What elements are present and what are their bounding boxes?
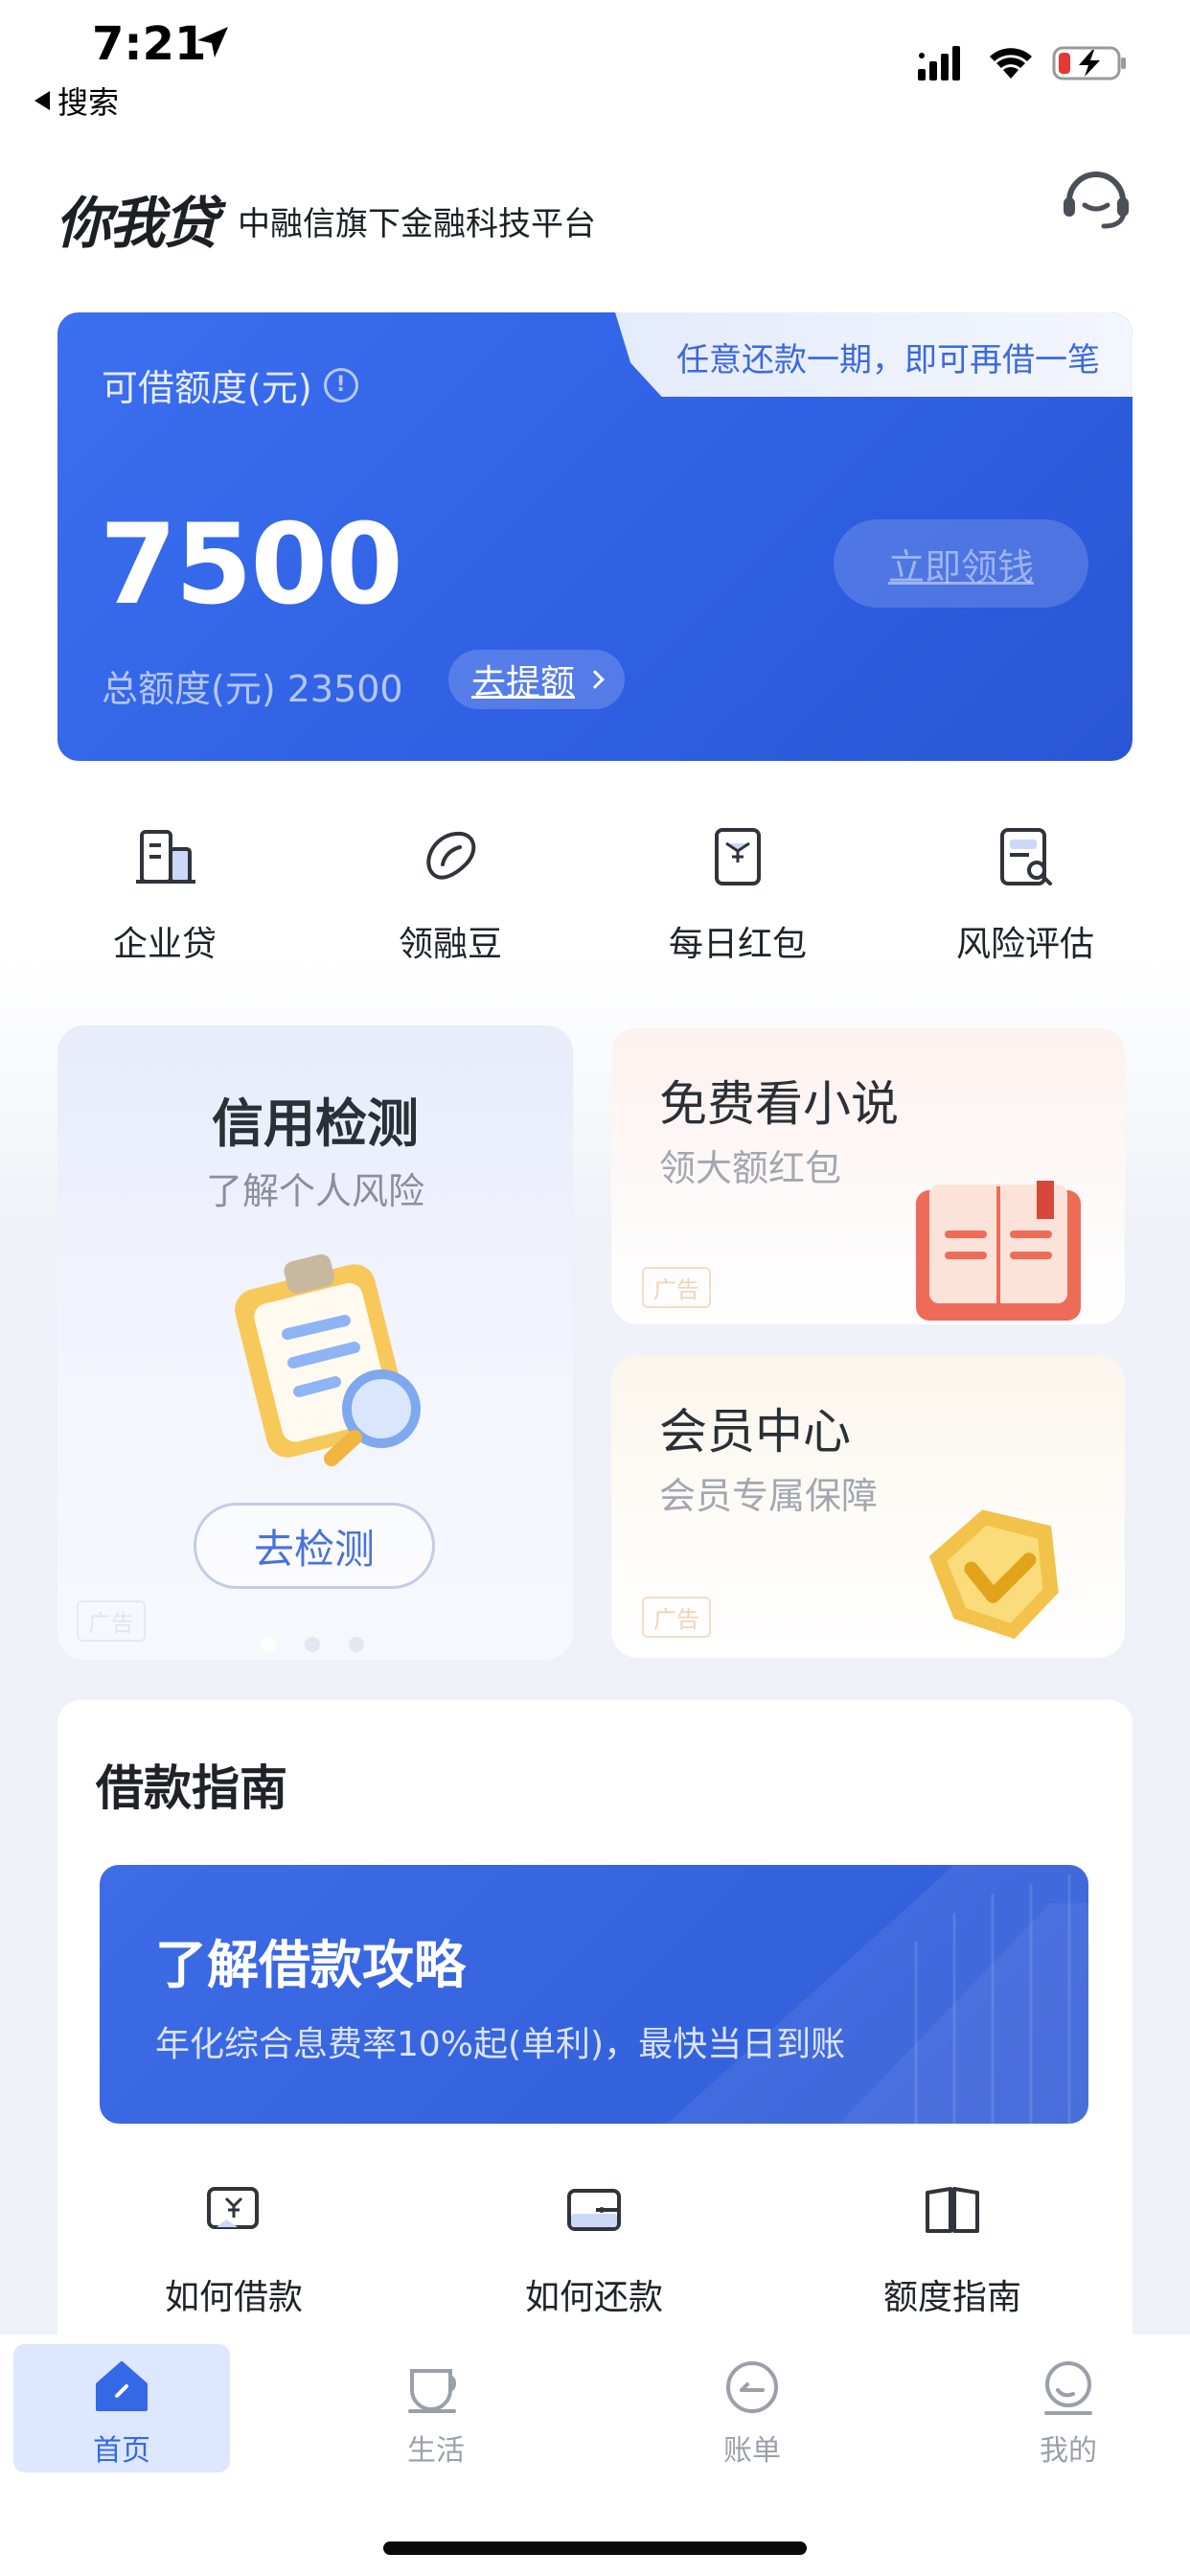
available-limit-label: 可借额度(元) ! <box>102 358 358 411</box>
shield-badge-icon <box>928 1509 1059 1640</box>
guide-how-to-borrow[interactable]: 如何借款 <box>90 2179 378 2319</box>
go-check-button[interactable]: 去检测 <box>194 1503 435 1589</box>
headset-icon[interactable] <box>1060 163 1133 230</box>
free-novel-subtitle: 领大额红包 <box>659 1147 842 1189</box>
vip-center-card[interactable]: 会员中心 会员专属保障 广告 <box>611 1355 1125 1658</box>
quick-action-business-loan[interactable]: 企业贷 <box>21 822 309 966</box>
total-limit-label: 总额度(元) 23500 <box>102 668 403 710</box>
bottom-tab-bar: 首页 生活 账单 我的 <box>0 2334 1190 2576</box>
ad-tag: 广告 <box>642 1597 711 1638</box>
red-envelope-icon <box>715 828 761 886</box>
available-limit-amount: 7500 <box>100 500 403 630</box>
vip-center-title: 会员中心 <box>659 1404 851 1460</box>
loan-guide-section: 借款指南 了解借款攻略 年化综合息费率10%起(单利)，最快当日到账 如何借款 … <box>57 1700 1133 2371</box>
raise-limit-button[interactable]: 去提额 <box>448 650 626 709</box>
tab-life[interactable]: 生活 <box>328 2344 544 2472</box>
ad-tag: 广告 <box>77 1600 146 1642</box>
wifi-icon <box>990 48 1032 79</box>
carousel-dot <box>349 1637 364 1652</box>
document-search-icon <box>1000 828 1052 886</box>
tab-label: 首页 <box>93 2434 150 2468</box>
home-indicator[interactable] <box>383 2542 807 2555</box>
quick-action-label: 风险评估 <box>955 925 1094 964</box>
tab-mine[interactable]: 我的 <box>960 2344 1177 2472</box>
back-triangle-icon <box>34 91 50 110</box>
building-lines-decoration <box>667 1865 1088 2124</box>
quick-action-risk-assessment[interactable]: 风险评估 <box>881 822 1169 966</box>
ad-tag: 广告 <box>642 1267 711 1308</box>
location-arrow-icon <box>197 27 228 58</box>
signal-icon <box>918 46 960 80</box>
brand-logo: 你我贷 <box>56 191 218 256</box>
profile-icon <box>1044 2361 1092 2415</box>
back-to-search-link[interactable]: 搜索 <box>34 79 119 123</box>
vip-center-subtitle: 会员专属保障 <box>659 1475 879 1517</box>
bill-icon <box>726 2361 778 2413</box>
chevron-right-icon <box>585 670 605 689</box>
quick-action-label: 领融豆 <box>398 925 502 964</box>
guide-item-label: 如何还款 <box>524 2278 663 2317</box>
credit-check-card[interactable]: 信用检测 了解个人风险 去检测 广告 <box>57 1025 573 1660</box>
promo-text[interactable]: 任意还款一期，即可再借一笔 <box>676 334 1100 380</box>
tab-label: 账单 <box>723 2434 781 2468</box>
carousel-dots <box>261 1637 364 1652</box>
guide-limit-guide[interactable]: 额度指南 <box>809 2179 1096 2319</box>
loan-guide-title: 借款指南 <box>96 1760 287 1816</box>
book-info-icon <box>926 2187 979 2233</box>
battery-charging-icon <box>1052 46 1126 80</box>
quick-action-label: 每日红包 <box>668 925 807 964</box>
home-icon <box>96 2361 148 2411</box>
free-novel-title: 免费看小说 <box>659 1076 899 1132</box>
tab-label: 我的 <box>1040 2434 1097 2468</box>
credit-check-subtitle: 了解个人风险 <box>205 1170 424 1212</box>
loan-strategy-subtitle: 年化综合息费率10%起(单利)，最快当日到账 <box>155 2025 846 2064</box>
loan-strategy-banner[interactable]: 了解借款攻略 年化综合息费率10%起(单利)，最快当日到账 <box>100 1865 1088 2124</box>
building-icon <box>136 830 195 884</box>
money-card-icon <box>207 2187 259 2229</box>
cup-icon <box>408 2369 457 2413</box>
brand-tagline: 中融信旗下金融科技平台 <box>238 205 596 243</box>
free-novel-card[interactable]: 免费看小说 领大额红包 广告 <box>611 1027 1125 1324</box>
quick-action-beans[interactable]: 领融豆 <box>307 822 594 966</box>
clipboard-magnifier-icon <box>235 1254 421 1466</box>
bean-icon <box>426 831 476 880</box>
guide-item-label: 如何借款 <box>164 2278 303 2317</box>
back-label: 搜索 <box>57 84 120 121</box>
status-time: 7:21 <box>92 17 207 71</box>
guide-item-label: 额度指南 <box>882 2278 1021 2317</box>
tab-bills[interactable]: 账单 <box>644 2344 860 2472</box>
credit-limit-card: 任意还款一期，即可再借一笔 可借额度(元) ! 7500 立即领钱 总额度(元)… <box>57 312 1133 761</box>
guide-how-to-repay[interactable]: 如何还款 <box>450 2179 738 2319</box>
quick-action-daily-red-envelope[interactable]: 每日红包 <box>594 822 881 966</box>
tab-home[interactable]: 首页 <box>13 2344 230 2472</box>
quick-action-label: 企业贷 <box>112 925 217 964</box>
claim-money-button[interactable]: 立即领钱 <box>834 519 1088 608</box>
info-icon[interactable]: ! <box>323 367 358 402</box>
loan-strategy-title: 了解借款攻略 <box>155 1935 466 1995</box>
tab-label: 生活 <box>407 2434 465 2468</box>
credit-check-title: 信用检测 <box>212 1093 419 1154</box>
wallet-icon <box>567 2189 621 2231</box>
raise-limit-label: 去提额 <box>471 663 576 702</box>
carousel-dot-active <box>261 1637 276 1652</box>
open-book-icon <box>916 1181 1081 1321</box>
carousel-dot <box>305 1637 320 1652</box>
available-limit-text: 可借额度(元) <box>102 367 312 409</box>
